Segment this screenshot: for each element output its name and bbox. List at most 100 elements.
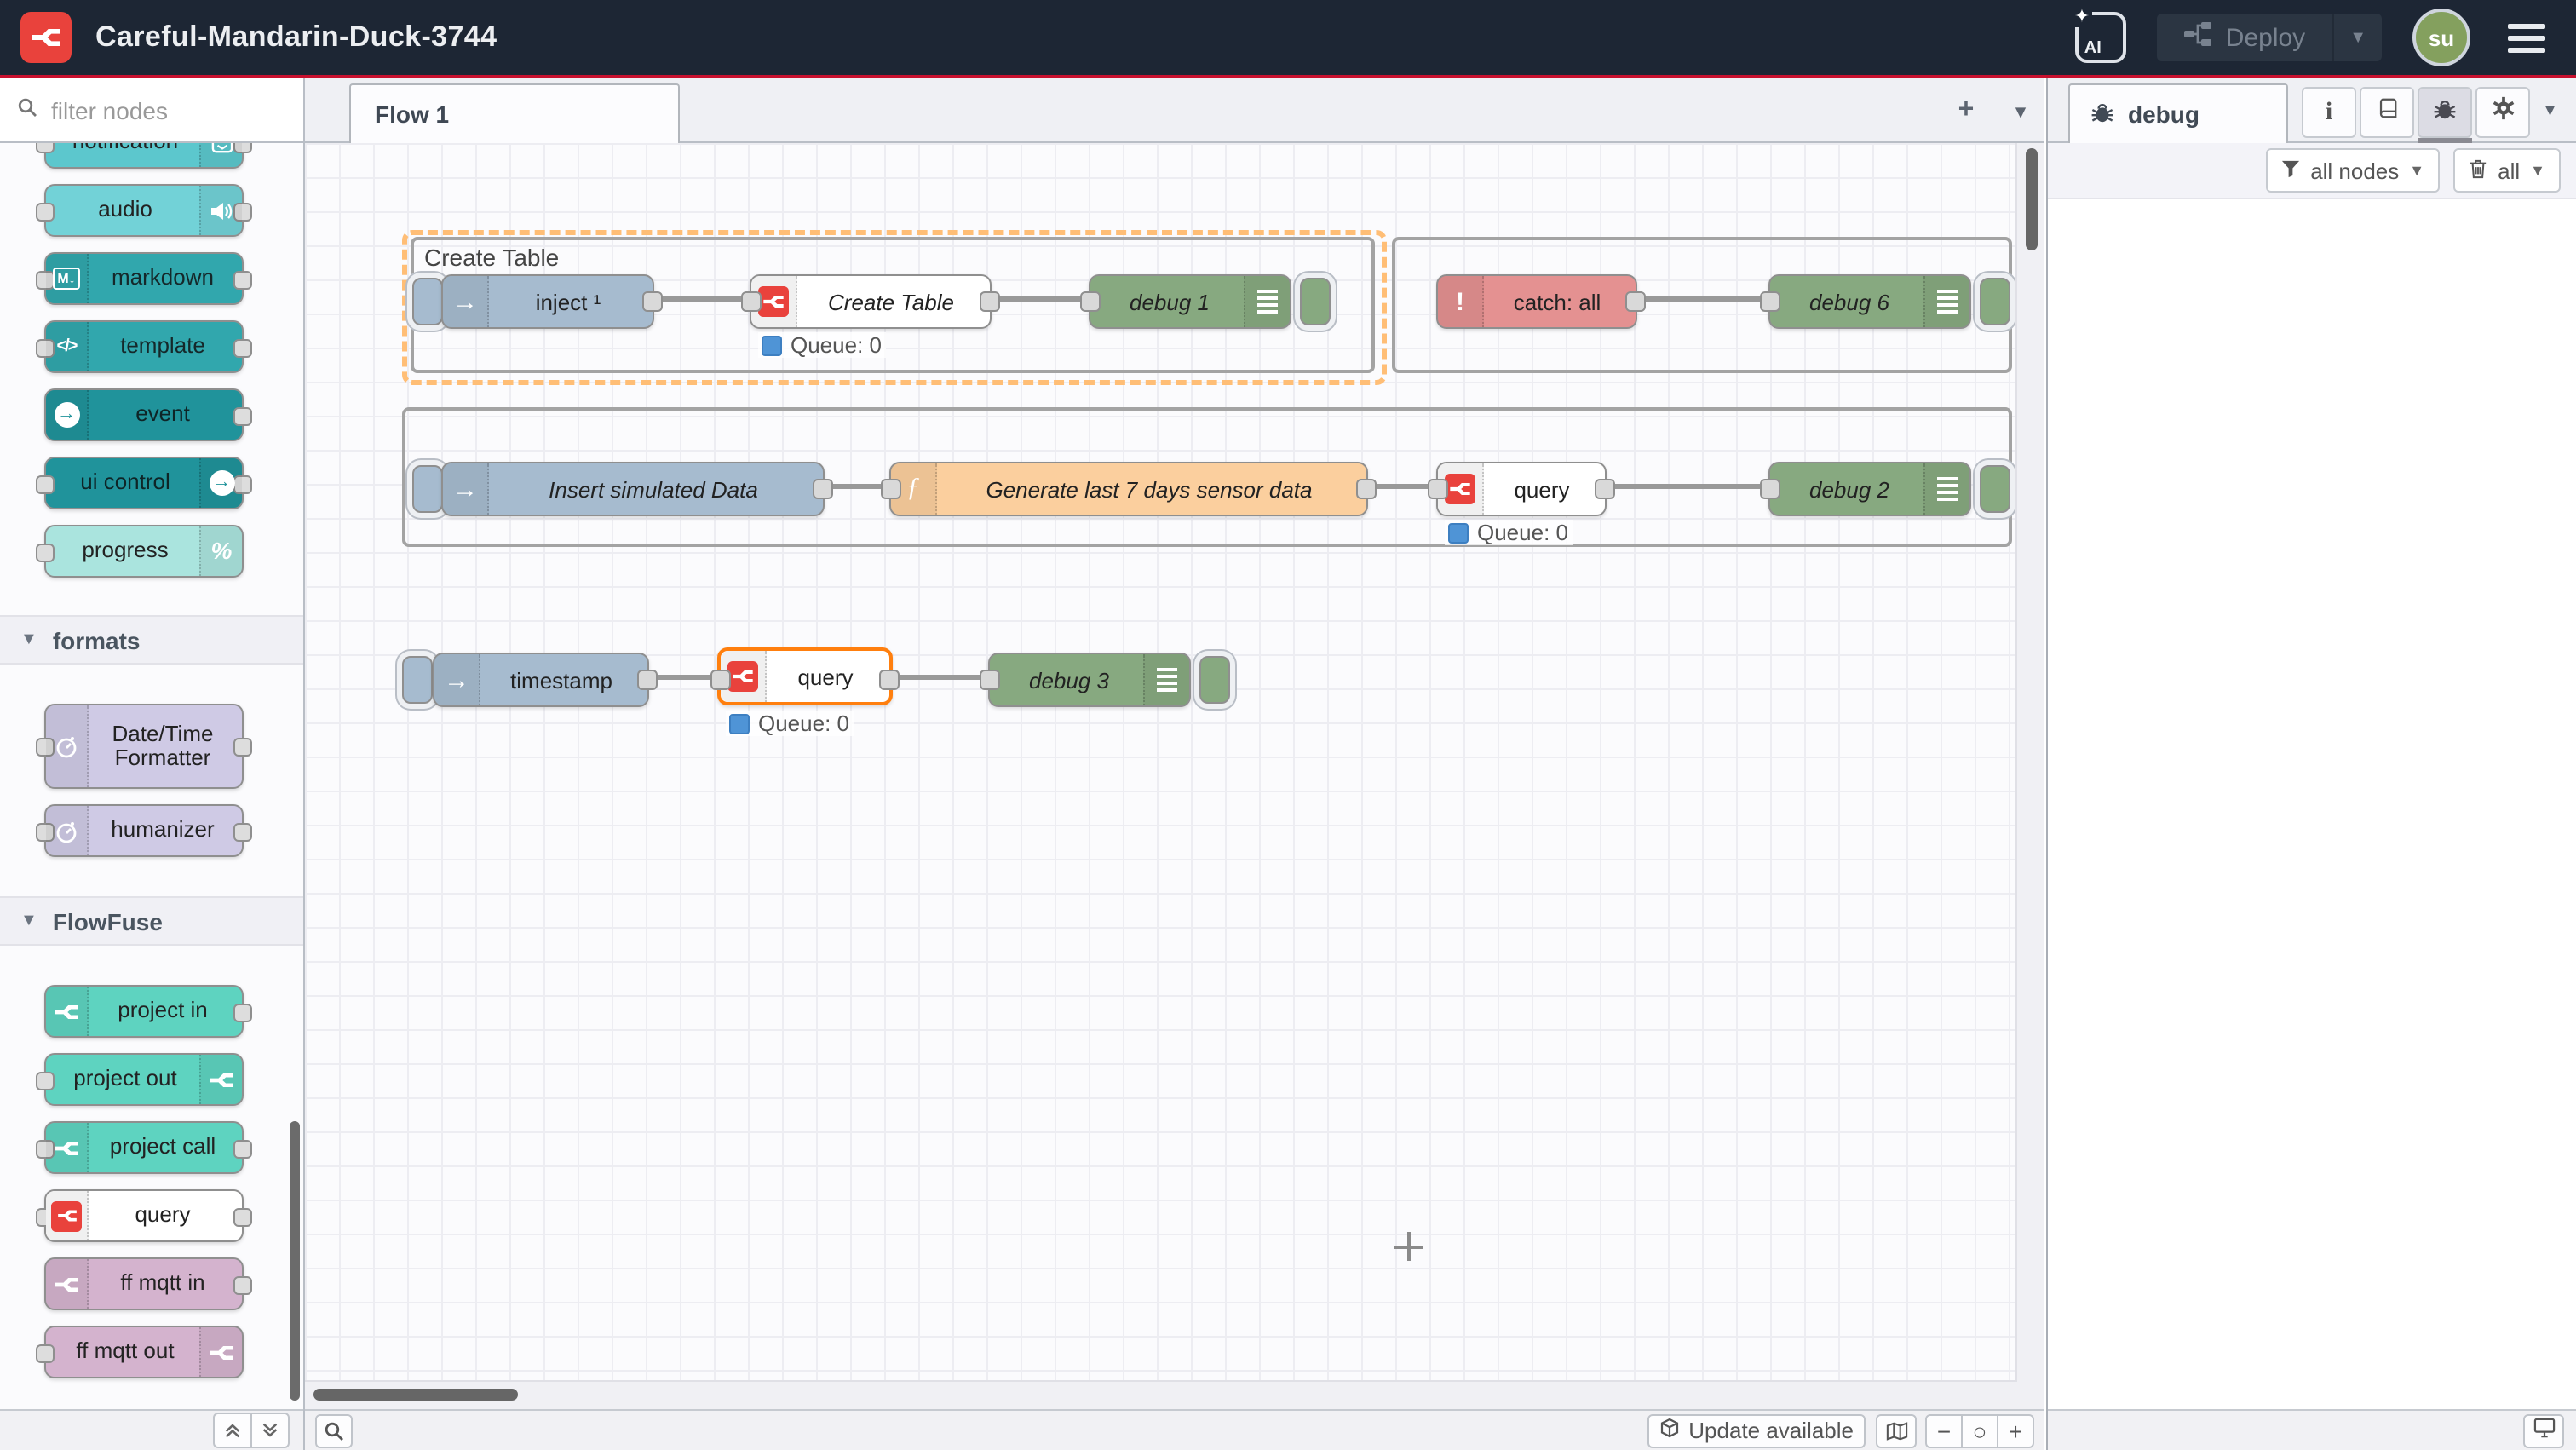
port-in[interactable] bbox=[980, 670, 1000, 690]
port-out[interactable] bbox=[1595, 479, 1615, 499]
port-out[interactable] bbox=[637, 670, 658, 690]
port-out[interactable] bbox=[1356, 479, 1377, 499]
debug-filter-button[interactable]: all nodes ▼ bbox=[2266, 148, 2440, 193]
node-query2[interactable]: query bbox=[1436, 462, 1607, 516]
port-in[interactable] bbox=[1760, 291, 1780, 312]
node-debug6[interactable]: debug 6 bbox=[1768, 274, 1971, 329]
palette-scrollbar[interactable] bbox=[290, 1121, 300, 1401]
port-in[interactable] bbox=[881, 479, 901, 499]
inject-trigger-button[interactable] bbox=[412, 465, 443, 513]
flowfuse-logo-icon[interactable] bbox=[20, 12, 72, 63]
node-debug3[interactable]: debug 3 bbox=[988, 653, 1191, 707]
node-insert-simulated-data[interactable]: → Insert simulated Data bbox=[441, 462, 825, 516]
port[interactable] bbox=[233, 1003, 252, 1021]
inject-trigger-button[interactable] bbox=[402, 656, 433, 704]
port[interactable] bbox=[233, 406, 252, 425]
flow-canvas[interactable]: Create Table → inject ¹ Create Table bbox=[305, 143, 2044, 1409]
port[interactable] bbox=[233, 738, 252, 757]
debug-toggle-button[interactable] bbox=[1980, 278, 2010, 325]
port[interactable] bbox=[36, 143, 55, 152]
palette-node-query[interactable]: query bbox=[44, 1189, 244, 1242]
node-inject1[interactable]: → inject ¹ bbox=[441, 274, 654, 329]
port-in[interactable] bbox=[1428, 479, 1448, 499]
tab-debug[interactable]: debug bbox=[2068, 83, 2288, 143]
palette-node-project-out[interactable]: project out bbox=[44, 1053, 244, 1106]
palette-collapse-all-button[interactable] bbox=[213, 1413, 252, 1448]
palette-expand-all-button[interactable] bbox=[250, 1413, 290, 1448]
deploy-options-chevron[interactable]: ▼ bbox=[2334, 28, 2382, 47]
port-in[interactable] bbox=[710, 670, 731, 690]
palette-node-ui-control[interactable]: ui control → bbox=[44, 457, 244, 509]
palette-section-flowfuse[interactable]: ▼ FlowFuse bbox=[0, 896, 303, 946]
zoom-out-button[interactable]: − bbox=[1925, 1413, 1963, 1447]
debug-toggle-button[interactable] bbox=[1980, 465, 2010, 513]
port-in[interactable] bbox=[1760, 479, 1780, 499]
palette-filter-input[interactable] bbox=[48, 95, 276, 125]
palette-node-project-in[interactable]: project in bbox=[44, 985, 244, 1038]
port-out[interactable] bbox=[980, 291, 1000, 312]
port[interactable] bbox=[233, 822, 252, 841]
canvas-search-button[interactable] bbox=[315, 1413, 353, 1447]
debug-clear-button[interactable]: all ▼ bbox=[2453, 148, 2561, 193]
port-out[interactable] bbox=[1625, 291, 1646, 312]
palette-node-audio[interactable]: audio bbox=[44, 184, 244, 237]
palette-node-markdown[interactable]: M↓ markdown bbox=[44, 252, 244, 305]
palette-node-project-call[interactable]: project call bbox=[44, 1121, 244, 1174]
port[interactable] bbox=[36, 543, 55, 561]
node-generate-sensor-data[interactable]: ƒ Generate last 7 days sensor data bbox=[889, 462, 1368, 516]
add-flow-button[interactable]: + bbox=[1946, 92, 1987, 129]
user-avatar[interactable]: su bbox=[2412, 9, 2470, 66]
port[interactable] bbox=[233, 1139, 252, 1158]
tab-flow-1[interactable]: Flow 1 bbox=[349, 83, 680, 143]
port[interactable] bbox=[36, 202, 55, 221]
canvas-vertical-scrollbar[interactable] bbox=[2026, 148, 2038, 250]
wire[interactable] bbox=[988, 296, 1089, 302]
palette-node-humanizer[interactable]: humanizer bbox=[44, 804, 244, 857]
port[interactable] bbox=[233, 338, 252, 357]
port-out[interactable] bbox=[813, 479, 833, 499]
canvas-horizontal-scrollbar[interactable] bbox=[313, 1389, 518, 1401]
palette-node-ff-mqtt-in[interactable]: ff mqtt in bbox=[44, 1257, 244, 1310]
wire[interactable] bbox=[651, 296, 750, 302]
sidebar-menu-chevron[interactable]: ▾ bbox=[2545, 99, 2555, 121]
palette-node-event[interactable]: → event bbox=[44, 388, 244, 441]
debug-toggle-button[interactable] bbox=[1199, 656, 1230, 704]
node-timestamp[interactable]: → timestamp bbox=[433, 653, 649, 707]
debug-toggle-button[interactable] bbox=[1300, 278, 1331, 325]
palette-section-formats[interactable]: ▼ formats bbox=[0, 615, 303, 665]
palette-node-notification[interactable]: notification bbox=[44, 143, 244, 169]
wire[interactable] bbox=[888, 675, 988, 680]
palette-node-datetime-formatter[interactable]: Date/Time Formatter bbox=[44, 704, 244, 789]
canvas-vertical-scroll-track[interactable] bbox=[2015, 143, 2044, 1409]
canvas-horizontal-scroll-track[interactable] bbox=[305, 1380, 2017, 1409]
port[interactable] bbox=[36, 1344, 55, 1362]
wire[interactable] bbox=[1603, 484, 1768, 489]
node-debug2[interactable]: debug 2 bbox=[1768, 462, 1971, 516]
port[interactable] bbox=[233, 1275, 252, 1294]
port-out[interactable] bbox=[879, 670, 900, 690]
palette-node-progress[interactable]: progress % bbox=[44, 525, 244, 578]
debug-tab-button[interactable] bbox=[2418, 87, 2472, 138]
deploy-button[interactable]: Deploy ▼ bbox=[2158, 14, 2382, 61]
node-query3-selected[interactable]: query bbox=[717, 647, 893, 705]
port[interactable] bbox=[233, 1207, 252, 1226]
palette-node-ff-mqtt-out[interactable]: ff mqtt out bbox=[44, 1326, 244, 1378]
port[interactable] bbox=[36, 1071, 55, 1090]
node-debug1[interactable]: debug 1 bbox=[1089, 274, 1291, 329]
config-tab-button[interactable] bbox=[2475, 87, 2530, 138]
flow-list-chevron[interactable]: ▾ bbox=[2000, 92, 2041, 129]
inject-trigger-button[interactable] bbox=[412, 278, 443, 325]
open-in-window-button[interactable] bbox=[2523, 1413, 2564, 1447]
update-available-button[interactable]: Update available bbox=[1647, 1413, 1866, 1447]
port-in[interactable] bbox=[1080, 291, 1101, 312]
port-in[interactable] bbox=[741, 291, 762, 312]
zoom-in-button[interactable]: + bbox=[1997, 1413, 2034, 1447]
port[interactable] bbox=[233, 270, 252, 289]
node-catch-all[interactable]: ! catch: all bbox=[1436, 274, 1637, 329]
ai-assistant-button[interactable]: ✦ AI bbox=[2076, 12, 2127, 63]
zoom-reset-button[interactable]: ○ bbox=[1961, 1413, 1998, 1447]
main-menu-button[interactable] bbox=[2501, 16, 2552, 59]
minimap-button[interactable] bbox=[1876, 1413, 1917, 1447]
info-tab-button[interactable]: i bbox=[2302, 87, 2356, 138]
palette-node-template[interactable]: </> template bbox=[44, 320, 244, 373]
